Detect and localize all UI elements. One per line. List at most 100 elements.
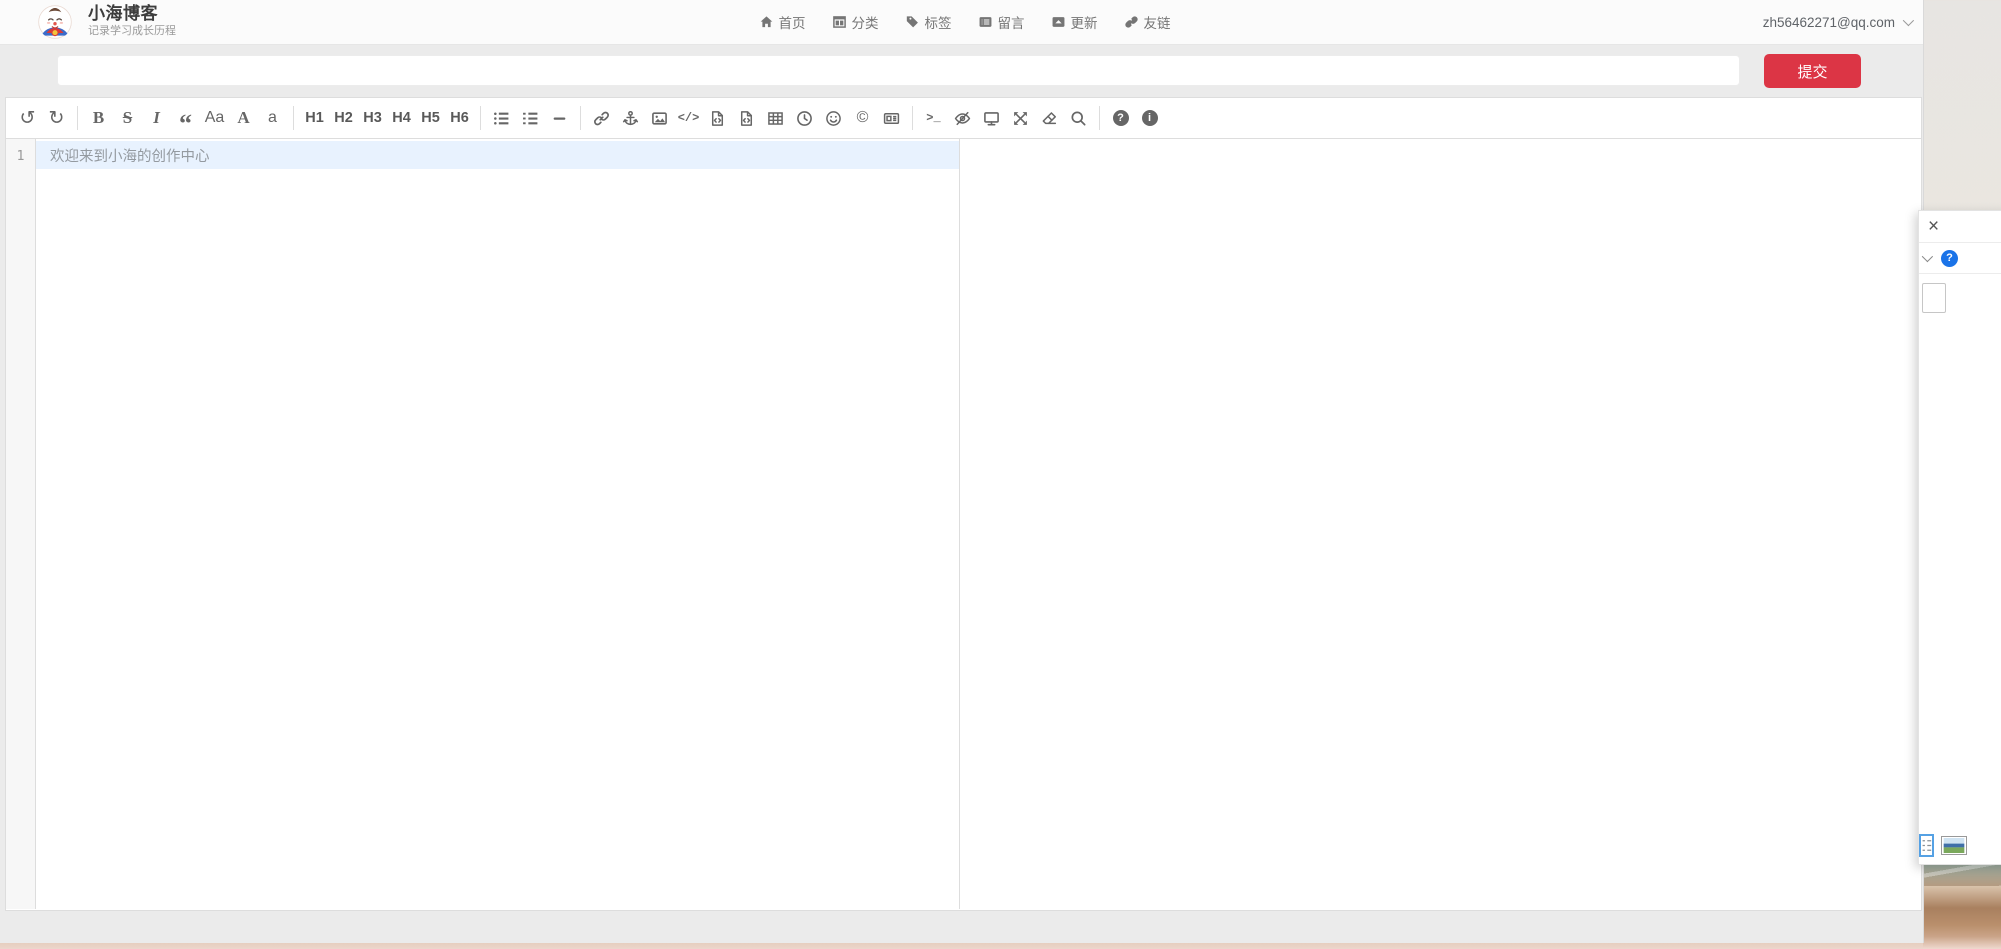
anchor-icon (622, 110, 639, 127)
nav-label: 留言 (998, 12, 1025, 32)
site-logo-avatar[interactable] (38, 5, 72, 39)
h3-button[interactable]: H3 (358, 103, 387, 133)
list-ol-icon (522, 110, 539, 127)
info-icon: i (1142, 110, 1158, 126)
popup-view-switcher (1919, 834, 1967, 857)
code-pane[interactable]: 欢迎来到小海的创作中心 (36, 139, 959, 909)
line-number: 1 (6, 144, 35, 170)
code-button[interactable]: </> (674, 103, 703, 133)
emoji-button[interactable] (819, 103, 848, 133)
h6-icon: H6 (450, 110, 469, 126)
site-subtitle: 记录学习成长历程 (88, 24, 176, 39)
goto-line-button[interactable]: >_ (919, 103, 948, 133)
preview-button[interactable] (977, 103, 1006, 133)
hr-icon (551, 110, 568, 127)
ucwords-button[interactable]: Aa (200, 103, 229, 133)
uppercase-button[interactable]: A (229, 103, 258, 133)
markdown-editor: ↺ ↻ B S I “ Aa A a H1 H2 H3 H4 H5 H6 </> (5, 97, 1922, 911)
table-button[interactable] (761, 103, 790, 133)
nav-label: 标签 (925, 12, 952, 32)
bold-button[interactable]: B (84, 103, 113, 133)
user-menu[interactable]: zh56462271@qq.com (1763, 0, 1911, 44)
popup-header: × (1919, 211, 2001, 243)
chevron-down-icon[interactable] (1922, 251, 1933, 262)
list-view-icon (1921, 837, 1932, 854)
h3-icon: H3 (363, 110, 382, 126)
search-button[interactable] (1064, 103, 1093, 133)
image-button[interactable] (645, 103, 674, 133)
strikethrough-button[interactable]: S (113, 103, 142, 133)
emoji-icon (825, 110, 842, 127)
link-button[interactable] (587, 103, 616, 133)
page-content: 小海博客 记录学习成长历程 首页 分类 标签 留言 更新 (0, 0, 1924, 943)
eraser-icon (1041, 110, 1058, 127)
h5-button[interactable]: H5 (416, 103, 445, 133)
nav-item-tags[interactable]: 标签 (906, 12, 952, 32)
nav-label: 分类 (852, 12, 879, 32)
h2-icon: H2 (334, 110, 353, 126)
italic-icon: I (153, 108, 160, 128)
pagebreak-icon (883, 110, 900, 127)
preview-pane (960, 139, 1921, 909)
nav-item-links[interactable]: 友链 (1125, 12, 1171, 32)
html-entities-button[interactable]: © (848, 103, 877, 133)
editor-body: 1 欢迎来到小海的创作中心 (6, 139, 1921, 909)
clear-button[interactable] (1035, 103, 1064, 133)
link-icon (593, 110, 610, 127)
help-badge-icon[interactable]: ? (1941, 250, 1958, 267)
active-line-highlight: 欢迎来到小海的创作中心 (36, 141, 959, 169)
nav-item-categories[interactable]: 分类 (833, 12, 879, 32)
list-ul-icon (493, 110, 510, 127)
quote-button[interactable]: “ (171, 103, 200, 133)
post-title-input[interactable] (57, 55, 1740, 86)
site-title: 小海博客 (88, 4, 176, 24)
redo-button[interactable]: ↻ (42, 103, 71, 133)
search-icon (1070, 110, 1087, 127)
nav-label: 首页 (779, 12, 806, 32)
preformatted-text-button[interactable] (732, 103, 761, 133)
undo-button[interactable]: ↺ (13, 103, 42, 133)
nav-label: 友链 (1144, 12, 1171, 32)
pagebreak-button[interactable] (877, 103, 906, 133)
h2-button[interactable]: H2 (329, 103, 358, 133)
datetime-icon (796, 110, 813, 127)
strikethrough-icon: S (123, 108, 132, 128)
anchor-button[interactable] (616, 103, 645, 133)
nav-item-messages[interactable]: 留言 (979, 12, 1025, 32)
image-view-button[interactable] (1941, 836, 1967, 855)
nav-item-home[interactable]: 首页 (760, 12, 806, 32)
nav-item-updates[interactable]: 更新 (1052, 12, 1098, 32)
background-photo-shore (1923, 886, 2001, 949)
help-icon: ? (1113, 110, 1129, 126)
italic-button[interactable]: I (142, 103, 171, 133)
watch-button[interactable] (948, 103, 977, 133)
preformatted-text-icon (738, 110, 755, 127)
fullscreen-icon (1012, 110, 1029, 127)
h1-icon: H1 (305, 110, 324, 126)
lowercase-button[interactable]: a (258, 103, 287, 133)
list-view-button[interactable] (1919, 834, 1934, 857)
h6-button[interactable]: H6 (445, 103, 474, 133)
h4-button[interactable]: H4 (387, 103, 416, 133)
lowercase-icon: a (268, 109, 277, 127)
datetime-button[interactable] (790, 103, 819, 133)
eye-slash-icon (954, 110, 971, 127)
copyright-icon: © (857, 109, 869, 127)
info-button[interactable]: i (1135, 103, 1164, 133)
image-view-icon (1943, 838, 1965, 853)
toolbar-separator (480, 106, 481, 130)
list-ul-button[interactable] (487, 103, 516, 133)
line-number-gutter: 1 (6, 139, 36, 909)
list-ol-button[interactable] (516, 103, 545, 133)
site-header: 小海博客 记录学习成长历程 首页 分类 标签 留言 更新 (0, 0, 1923, 45)
fullscreen-button[interactable] (1006, 103, 1035, 133)
user-email: zh56462271@qq.com (1763, 15, 1895, 30)
caret-square-up-icon (1052, 15, 1066, 29)
help-button[interactable]: ? (1106, 103, 1135, 133)
h1-button[interactable]: H1 (300, 103, 329, 133)
submit-button[interactable]: 提交 (1764, 54, 1861, 88)
hr-button[interactable] (545, 103, 574, 133)
popup-input[interactable] (1922, 283, 1946, 313)
close-icon[interactable]: × (1928, 217, 1939, 236)
code-block-button[interactable] (703, 103, 732, 133)
